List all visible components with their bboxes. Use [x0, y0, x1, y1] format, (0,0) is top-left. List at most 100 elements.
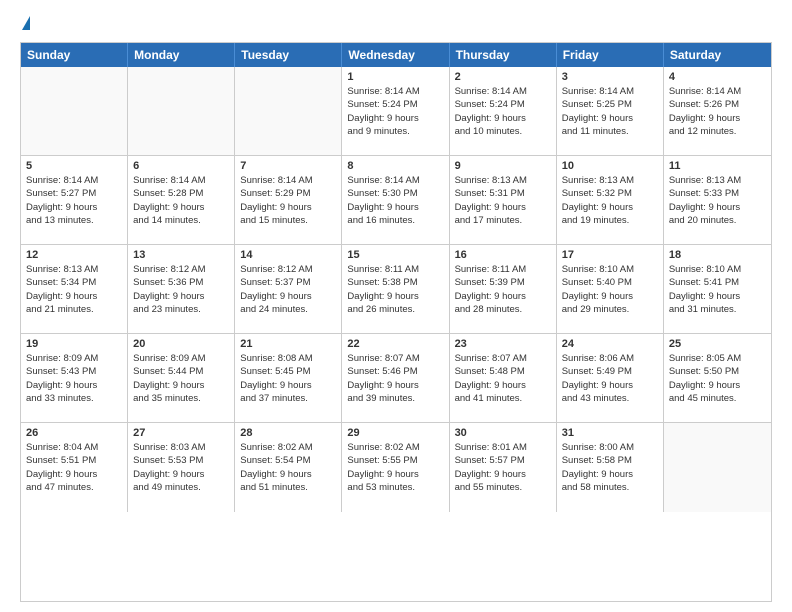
day-number: 21	[240, 338, 336, 350]
page: SundayMondayTuesdayWednesdayThursdayFrid…	[0, 0, 792, 612]
calendar-body: 1 Sunrise: 8:14 AM Sunset: 5:24 PM Daylig…	[21, 67, 771, 512]
day-number: 23	[455, 338, 551, 350]
calendar-cell-21: 21 Sunrise: 8:08 AM Sunset: 5:45 PM Dayli…	[235, 334, 342, 422]
day-number: 8	[347, 160, 443, 172]
day-number: 3	[562, 71, 658, 83]
day-info: Sunrise: 8:12 AM Sunset: 5:36 PM Dayligh…	[133, 263, 229, 316]
header-day-saturday: Saturday	[664, 43, 771, 67]
calendar-cell-1: 1 Sunrise: 8:14 AM Sunset: 5:24 PM Daylig…	[342, 67, 449, 155]
day-info: Sunrise: 8:08 AM Sunset: 5:45 PM Dayligh…	[240, 352, 336, 405]
day-number: 6	[133, 160, 229, 172]
day-info: Sunrise: 8:14 AM Sunset: 5:24 PM Dayligh…	[347, 85, 443, 138]
header-day-sunday: Sunday	[21, 43, 128, 67]
day-number: 13	[133, 249, 229, 261]
calendar-cell-empty-w4-d6	[664, 423, 771, 512]
calendar-cell-17: 17 Sunrise: 8:10 AM Sunset: 5:40 PM Dayli…	[557, 245, 664, 333]
calendar-week-5: 26 Sunrise: 8:04 AM Sunset: 5:51 PM Dayli…	[21, 423, 771, 512]
day-info: Sunrise: 8:09 AM Sunset: 5:43 PM Dayligh…	[26, 352, 122, 405]
day-number: 5	[26, 160, 122, 172]
calendar-cell-18: 18Sunrise: 8:10 AM Sunset: 5:41 PM Dayli…	[664, 245, 771, 333]
calendar-cell-16: 16Sunrise: 8:11 AM Sunset: 5:39 PM Dayli…	[450, 245, 557, 333]
calendar-cell-8: 8 Sunrise: 8:14 AM Sunset: 5:30 PM Daylig…	[342, 156, 449, 244]
calendar-cell-empty-w0-d2	[235, 67, 342, 155]
day-info: Sunrise: 8:14 AM Sunset: 5:27 PM Dayligh…	[26, 174, 122, 227]
day-number: 15	[347, 249, 443, 261]
logo	[20, 16, 30, 32]
calendar-cell-19: 19 Sunrise: 8:09 AM Sunset: 5:43 PM Dayli…	[21, 334, 128, 422]
calendar-cell-3: 3 Sunrise: 8:14 AM Sunset: 5:25 PM Daylig…	[557, 67, 664, 155]
calendar-week-2: 5 Sunrise: 8:14 AM Sunset: 5:27 PM Daylig…	[21, 156, 771, 245]
header-day-thursday: Thursday	[450, 43, 557, 67]
calendar-cell-empty-w0-d1	[128, 67, 235, 155]
day-number: 25	[669, 338, 766, 350]
calendar-cell-4: 4 Sunrise: 8:14 AM Sunset: 5:26 PM Daylig…	[664, 67, 771, 155]
calendar-cell-9: 9 Sunrise: 8:13 AM Sunset: 5:31 PM Daylig…	[450, 156, 557, 244]
calendar-cell-12: 12Sunrise: 8:13 AM Sunset: 5:34 PM Dayli…	[21, 245, 128, 333]
day-info: Sunrise: 8:07 AM Sunset: 5:46 PM Dayligh…	[347, 352, 443, 405]
day-info: Sunrise: 8:11 AM Sunset: 5:38 PM Dayligh…	[347, 263, 443, 316]
calendar-cell-15: 15 Sunrise: 8:11 AM Sunset: 5:38 PM Dayli…	[342, 245, 449, 333]
day-info: Sunrise: 8:13 AM Sunset: 5:31 PM Dayligh…	[455, 174, 551, 227]
logo-triangle-icon	[22, 16, 30, 30]
day-info: Sunrise: 8:03 AM Sunset: 5:53 PM Dayligh…	[133, 441, 229, 494]
day-number: 2	[455, 71, 551, 83]
day-number: 24	[562, 338, 658, 350]
day-number: 28	[240, 427, 336, 439]
calendar-week-4: 19 Sunrise: 8:09 AM Sunset: 5:43 PM Dayli…	[21, 334, 771, 423]
day-info: Sunrise: 8:13 AM Sunset: 5:32 PM Dayligh…	[562, 174, 658, 227]
day-number: 11	[669, 160, 766, 172]
day-info: Sunrise: 8:01 AM Sunset: 5:57 PM Dayligh…	[455, 441, 551, 494]
calendar-cell-31: 31 Sunrise: 8:00 AM Sunset: 5:58 PM Dayli…	[557, 423, 664, 512]
day-info: Sunrise: 8:10 AM Sunset: 5:41 PM Dayligh…	[669, 263, 766, 316]
calendar-cell-28: 28 Sunrise: 8:02 AM Sunset: 5:54 PM Dayli…	[235, 423, 342, 512]
day-number: 7	[240, 160, 336, 172]
day-info: Sunrise: 8:11 AM Sunset: 5:39 PM Dayligh…	[455, 263, 551, 316]
day-number: 10	[562, 160, 658, 172]
calendar-cell-20: 20Sunrise: 8:09 AM Sunset: 5:44 PM Dayli…	[128, 334, 235, 422]
calendar: SundayMondayTuesdayWednesdayThursdayFrid…	[20, 42, 772, 602]
day-number: 30	[455, 427, 551, 439]
calendar-header: SundayMondayTuesdayWednesdayThursdayFrid…	[21, 43, 771, 67]
calendar-cell-14: 14Sunrise: 8:12 AM Sunset: 5:37 PM Dayli…	[235, 245, 342, 333]
day-info: Sunrise: 8:00 AM Sunset: 5:58 PM Dayligh…	[562, 441, 658, 494]
day-number: 14	[240, 249, 336, 261]
calendar-cell-2: 2 Sunrise: 8:14 AM Sunset: 5:24 PM Daylig…	[450, 67, 557, 155]
day-number: 4	[669, 71, 766, 83]
calendar-week-3: 12Sunrise: 8:13 AM Sunset: 5:34 PM Dayli…	[21, 245, 771, 334]
day-info: Sunrise: 8:02 AM Sunset: 5:54 PM Dayligh…	[240, 441, 336, 494]
day-info: Sunrise: 8:14 AM Sunset: 5:29 PM Dayligh…	[240, 174, 336, 227]
header	[20, 16, 772, 32]
day-number: 17	[562, 249, 658, 261]
day-info: Sunrise: 8:14 AM Sunset: 5:26 PM Dayligh…	[669, 85, 766, 138]
day-number: 27	[133, 427, 229, 439]
calendar-cell-7: 7 Sunrise: 8:14 AM Sunset: 5:29 PM Daylig…	[235, 156, 342, 244]
day-info: Sunrise: 8:14 AM Sunset: 5:24 PM Dayligh…	[455, 85, 551, 138]
day-info: Sunrise: 8:02 AM Sunset: 5:55 PM Dayligh…	[347, 441, 443, 494]
day-info: Sunrise: 8:13 AM Sunset: 5:34 PM Dayligh…	[26, 263, 122, 316]
header-day-wednesday: Wednesday	[342, 43, 449, 67]
header-day-monday: Monday	[128, 43, 235, 67]
day-number: 1	[347, 71, 443, 83]
day-info: Sunrise: 8:14 AM Sunset: 5:25 PM Dayligh…	[562, 85, 658, 138]
day-info: Sunrise: 8:13 AM Sunset: 5:33 PM Dayligh…	[669, 174, 766, 227]
calendar-cell-27: 27 Sunrise: 8:03 AM Sunset: 5:53 PM Dayli…	[128, 423, 235, 512]
day-info: Sunrise: 8:06 AM Sunset: 5:49 PM Dayligh…	[562, 352, 658, 405]
day-number: 19	[26, 338, 122, 350]
day-number: 31	[562, 427, 658, 439]
calendar-cell-23: 23 Sunrise: 8:07 AM Sunset: 5:48 PM Dayli…	[450, 334, 557, 422]
day-info: Sunrise: 8:04 AM Sunset: 5:51 PM Dayligh…	[26, 441, 122, 494]
calendar-cell-13: 13 Sunrise: 8:12 AM Sunset: 5:36 PM Dayli…	[128, 245, 235, 333]
calendar-cell-6: 6 Sunrise: 8:14 AM Sunset: 5:28 PM Daylig…	[128, 156, 235, 244]
calendar-cell-empty-w0-d0	[21, 67, 128, 155]
calendar-cell-11: 11 Sunrise: 8:13 AM Sunset: 5:33 PM Dayli…	[664, 156, 771, 244]
day-info: Sunrise: 8:14 AM Sunset: 5:30 PM Dayligh…	[347, 174, 443, 227]
day-info: Sunrise: 8:07 AM Sunset: 5:48 PM Dayligh…	[455, 352, 551, 405]
calendar-cell-10: 10 Sunrise: 8:13 AM Sunset: 5:32 PM Dayli…	[557, 156, 664, 244]
day-info: Sunrise: 8:10 AM Sunset: 5:40 PM Dayligh…	[562, 263, 658, 316]
day-number: 26	[26, 427, 122, 439]
day-info: Sunrise: 8:14 AM Sunset: 5:28 PM Dayligh…	[133, 174, 229, 227]
day-number: 9	[455, 160, 551, 172]
calendar-cell-30: 30 Sunrise: 8:01 AM Sunset: 5:57 PM Dayli…	[450, 423, 557, 512]
calendar-cell-25: 25Sunrise: 8:05 AM Sunset: 5:50 PM Dayli…	[664, 334, 771, 422]
day-info: Sunrise: 8:09 AM Sunset: 5:44 PM Dayligh…	[133, 352, 229, 405]
